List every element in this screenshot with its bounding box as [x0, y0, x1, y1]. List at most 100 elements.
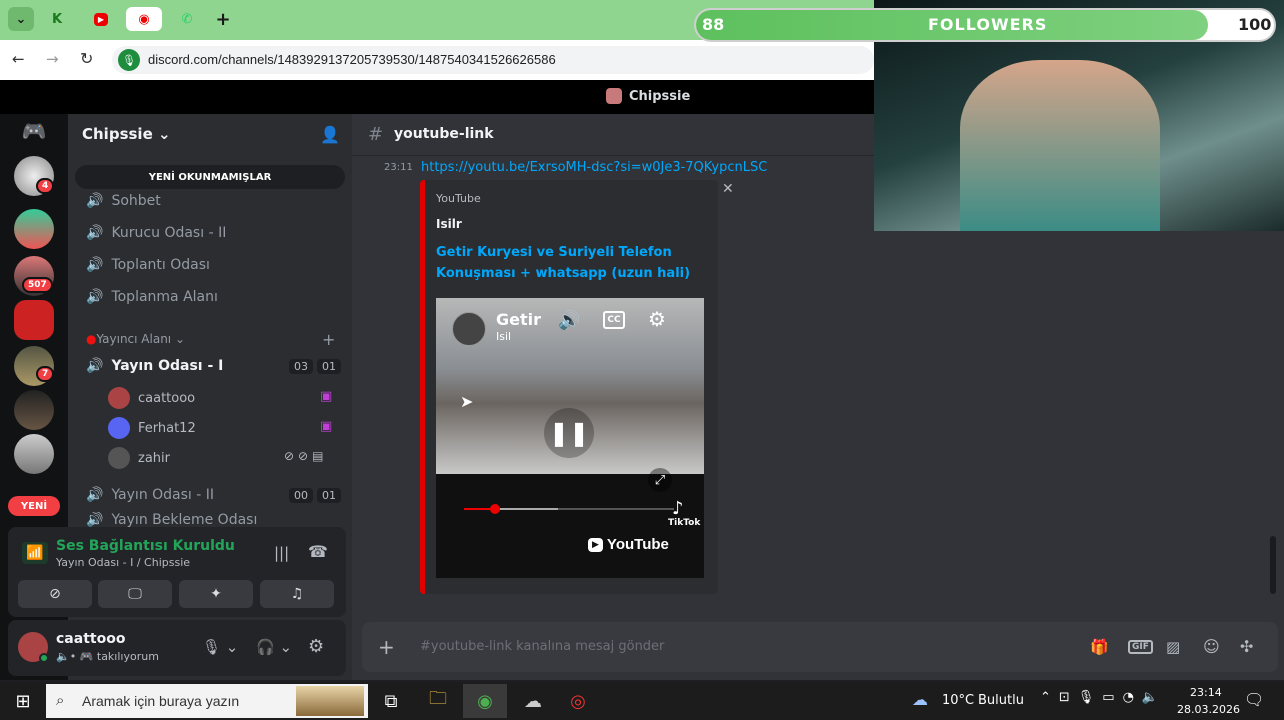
gif-icon[interactable]: GIF: [1128, 640, 1153, 654]
voice-channel[interactable]: 🔊 Sohbet: [86, 186, 161, 216]
embed-author[interactable]: Isilr: [436, 217, 462, 231]
active-tab-icon[interactable]: ◉: [126, 7, 162, 31]
settings-gear-icon[interactable]: ⚙: [308, 636, 324, 657]
server-avatar[interactable]: [14, 434, 54, 474]
screen-share-button[interactable]: 🖵: [98, 580, 172, 608]
weather-temp[interactable]: 10°C: [942, 693, 974, 708]
followers-label: FOLLOWERS: [928, 15, 1048, 34]
tiktok-watermark: TikTok: [668, 518, 701, 528]
embed-title[interactable]: Getir Kuryesi ve Suriyeli Telefon Konuşm…: [436, 242, 698, 284]
online-status-icon: [39, 653, 49, 663]
server-name[interactable]: Chipssie ⌄: [82, 125, 171, 143]
url-text: discord.com/channels/1483929137205739530…: [148, 52, 556, 67]
chevron-down-icon: ⌄: [174, 332, 186, 346]
mic-in-use-icon[interactable]: 🎙: [118, 49, 140, 71]
kick-tab-icon[interactable]: K: [44, 7, 70, 31]
camera-button[interactable]: ⊘: [18, 580, 92, 608]
weather-text[interactable]: Bulutlu: [978, 693, 1024, 708]
notifications-icon[interactable]: 🗨: [1244, 690, 1264, 709]
clock-time[interactable]: 23:14: [1190, 686, 1222, 699]
avatar: [108, 447, 130, 469]
followers-current: 88: [702, 15, 725, 34]
youtube-logo[interactable]: ▶ YouTube: [588, 536, 669, 553]
discord-home-icon[interactable]: 🎮: [14, 114, 54, 148]
voice-channel[interactable]: 🔊 Yayın Odası - II: [86, 480, 214, 510]
add-friend-icon[interactable]: 👤: [320, 125, 340, 144]
mouse-cursor-icon: ➤: [460, 392, 474, 411]
close-embed-icon[interactable]: ✕: [722, 181, 734, 197]
tiktok-logo-icon: ♪: [672, 498, 684, 519]
new-tab-button[interactable]: +: [210, 7, 236, 31]
voice-channel[interactable]: 🔊 Toplantı Odası: [86, 250, 210, 280]
windows-start-icon[interactable]: ⊞: [10, 688, 36, 714]
signal-icon[interactable]: 📶: [22, 542, 48, 564]
fullscreen-icon[interactable]: ⤢: [648, 468, 672, 492]
voice-counter: 03 01: [289, 359, 341, 374]
disconnect-icon[interactable]: ☎: [308, 542, 328, 561]
back-icon[interactable]: ←: [12, 50, 25, 68]
mention-badge: 507: [22, 277, 53, 293]
app-icon[interactable]: ☁: [520, 688, 546, 714]
server-avatar-dragon[interactable]: [14, 300, 54, 340]
chat-scrollbar[interactable]: [1270, 536, 1276, 594]
server-avatar[interactable]: [14, 390, 54, 430]
server-icon: [606, 88, 622, 104]
server-avatar[interactable]: [14, 209, 54, 249]
voice-channel[interactable]: 🔊 Yayın Bekleme Odası: [86, 512, 257, 528]
add-channel-icon[interactable]: +: [322, 330, 335, 349]
new-servers-pill[interactable]: YENİ: [8, 496, 60, 516]
streaming-icon: ▣: [320, 419, 333, 434]
soundboard-icon: ♫: [290, 586, 304, 602]
settings-gear-icon[interactable]: ⚙: [648, 307, 666, 331]
camera-off-icon: ⊘: [49, 586, 61, 602]
progress-fill: [464, 508, 558, 510]
forward-icon[interactable]: →: [46, 50, 59, 68]
youtube-play-icon: ▶: [588, 537, 603, 552]
speaker-icon: 🔊: [86, 487, 104, 503]
clock-date[interactable]: 28.03.2026: [1177, 703, 1240, 716]
category-header[interactable]: ●Yayıncı Alanı ⌄: [86, 332, 185, 346]
microphone-icon[interactable]: 🎙 ⌄: [202, 638, 238, 656]
volume-icon[interactable]: 🔊: [558, 310, 580, 331]
whatsapp-tab-icon[interactable]: ✆: [174, 7, 200, 31]
channel-avatar[interactable]: [452, 312, 486, 346]
chrome-icon[interactable]: ◉: [472, 688, 498, 714]
red-dot-icon: ●: [86, 332, 97, 346]
video-title[interactable]: Getir: [496, 310, 541, 329]
sticker-icon[interactable]: ▨: [1166, 638, 1180, 656]
task-view-icon[interactable]: ⧉: [378, 688, 404, 714]
message-timestamp: 23:11: [384, 162, 413, 173]
noise-suppression-icon[interactable]: |||: [274, 544, 289, 562]
apps-icon[interactable]: ✣: [1240, 637, 1253, 656]
youtube-tab-icon[interactable]: ▶: [88, 7, 114, 31]
headphones-icon[interactable]: 🎧 ⌄: [256, 638, 292, 656]
reload-icon[interactable]: ↻: [80, 49, 93, 68]
message-input[interactable]: #youtube-link kanalına mesaj gönder: [420, 639, 664, 654]
activities-button[interactable]: ✦: [179, 580, 253, 608]
voice-user[interactable]: caattooo: [108, 384, 195, 412]
progress-handle[interactable]: [490, 504, 500, 514]
message-link[interactable]: https://youtu.be/ExrsoMH-dsc?si=w0Je3-7Q…: [421, 160, 767, 175]
file-explorer-icon[interactable]: 🗀: [425, 688, 451, 714]
add-attachment-icon[interactable]: +: [378, 635, 395, 659]
tab-list-chevron-icon[interactable]: ⌄: [8, 7, 34, 31]
voice-status[interactable]: Ses Bağlantısı Kuruldu: [56, 538, 235, 554]
voice-channel[interactable]: 🔊 Toplanma Alanı: [86, 282, 218, 312]
voice-channel[interactable]: 🔊 Kurucu Odası - II: [86, 218, 226, 248]
streaming-icon: ▣: [320, 389, 333, 404]
voice-location[interactable]: Yayın Odası - I / Chipssie: [56, 556, 190, 569]
voice-counter: 00 01: [289, 488, 341, 503]
custom-status: 🔈• 🎮 takılıyorum: [56, 650, 159, 663]
voice-channel-active[interactable]: 🔊 Yayın Odası - I: [86, 351, 223, 381]
username[interactable]: caattooo: [56, 631, 125, 647]
voice-user[interactable]: zahir: [108, 444, 170, 472]
voice-user[interactable]: Ferhat12: [108, 414, 196, 442]
obs-icon[interactable]: ◎: [565, 688, 591, 714]
system-tray-icons[interactable]: ⌃⊡🎙▭◔🔈: [1040, 690, 1166, 705]
soundboard-button[interactable]: ♫: [260, 580, 334, 608]
pause-icon[interactable]: ❚❚: [544, 408, 594, 458]
captions-icon[interactable]: CC: [603, 311, 625, 329]
gift-icon[interactable]: 🎁: [1090, 638, 1109, 656]
emoji-icon[interactable]: ☺: [1203, 637, 1220, 656]
hashtag-icon: #: [368, 124, 384, 145]
